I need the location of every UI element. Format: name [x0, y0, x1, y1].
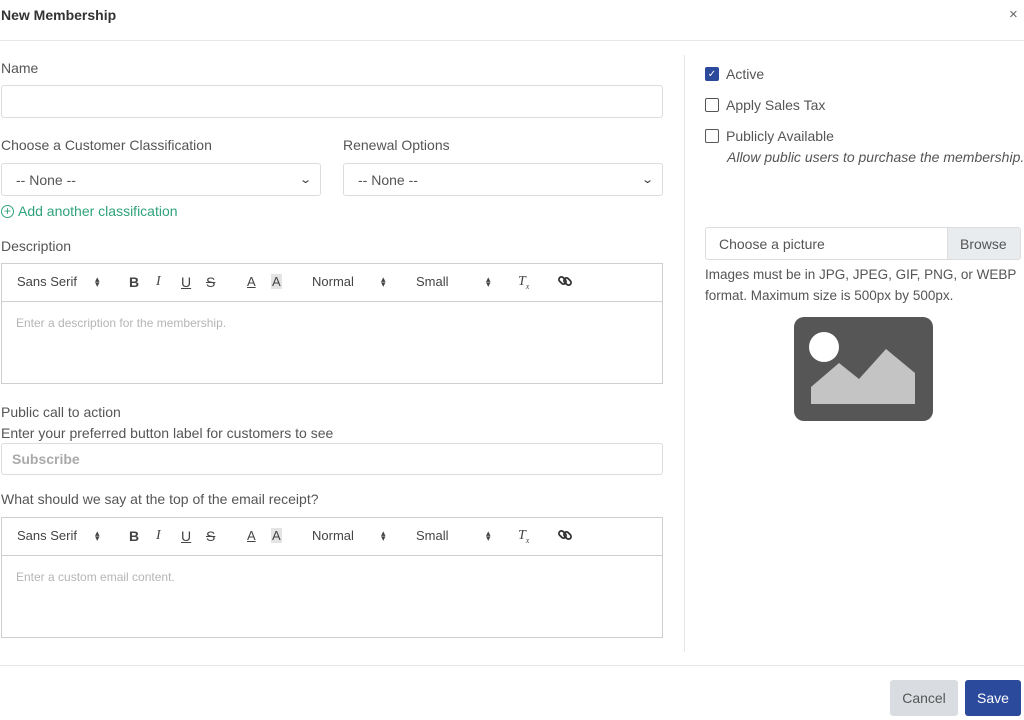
renewal-select[interactable]: -- None -- ⌄	[343, 163, 663, 196]
sales-tax-option[interactable]: Apply Sales Tax	[705, 97, 825, 113]
description-label: Description	[1, 238, 72, 254]
public-label: Publicly Available	[726, 128, 834, 144]
italic-button[interactable]: I	[156, 274, 161, 290]
cta-label: Public call to action	[1, 404, 121, 420]
column-divider	[684, 55, 685, 652]
font-select[interactable]: Sans Serif	[17, 274, 77, 289]
cta-input[interactable]: Subscribe	[1, 443, 663, 475]
font-select[interactable]: Sans Serif	[17, 528, 77, 543]
classification-select[interactable]: -- None -- ⌄	[1, 163, 321, 196]
size-select[interactable]: Small	[416, 528, 449, 543]
link-icon[interactable]	[557, 527, 573, 546]
italic-button[interactable]: I	[156, 528, 161, 544]
public-checkbox[interactable]	[705, 129, 719, 143]
cta-placeholder: Subscribe	[12, 451, 80, 467]
heading-select[interactable]: Normal	[312, 528, 354, 543]
heading-select[interactable]: Normal	[312, 274, 354, 289]
active-label: Active	[726, 66, 765, 82]
clear-format-icon[interactable]: Tx	[518, 528, 529, 545]
active-checkbox[interactable]: ✓	[705, 67, 719, 81]
underline-button[interactable]: U	[181, 274, 191, 290]
name-field[interactable]	[2, 86, 662, 117]
public-note: Allow public users to purchase the membe…	[727, 149, 1024, 165]
name-input[interactable]	[1, 85, 663, 118]
email-toolbar: Sans Serif ▴ ▾ B I U S A A Normal ▴ ▾ Smal…	[2, 518, 662, 556]
header-divider	[0, 40, 1024, 41]
heading-arrows-icon: ▴ ▾	[381, 528, 386, 543]
classification-value: -- None --	[16, 171, 76, 188]
picture-placeholder[interactable]: Choose a picture	[706, 228, 947, 259]
chevron-down-icon: ⌄	[298, 174, 312, 186]
font-arrows-icon: ▴ ▾	[95, 528, 100, 543]
image-placeholder-icon	[794, 317, 933, 421]
name-label: Name	[1, 60, 39, 76]
strike-button[interactable]: S	[206, 274, 215, 290]
size-arrows-icon: ▴ ▾	[486, 528, 491, 543]
bold-button[interactable]: B	[129, 528, 139, 544]
background-color-button[interactable]: A	[271, 528, 282, 543]
underline-button[interactable]: U	[181, 528, 191, 544]
chevron-down-icon: ⌄	[640, 174, 654, 186]
size-arrows-icon: ▴ ▾	[486, 274, 491, 289]
heading-arrows-icon: ▴ ▾	[381, 274, 386, 289]
description-toolbar: Sans Serif ▴ ▾ B I U S A A Normal ▴ ▾ Smal…	[2, 264, 662, 302]
save-button[interactable]: Save	[965, 680, 1021, 716]
cancel-button[interactable]: Cancel	[890, 680, 958, 716]
text-color-button[interactable]: A	[247, 528, 256, 543]
active-option[interactable]: ✓ Active	[705, 66, 764, 82]
renewal-label: Renewal Options	[343, 137, 450, 153]
dialog-title: New Membership	[1, 7, 117, 23]
cta-sublabel: Enter your preferred button label for cu…	[1, 425, 334, 441]
bold-button[interactable]: B	[129, 274, 139, 290]
description-body[interactable]: Enter a description for the membership.	[2, 302, 662, 330]
sales-tax-checkbox[interactable]	[705, 98, 719, 112]
email-editor[interactable]: Sans Serif ▴ ▾ B I U S A A Normal ▴ ▾ Smal…	[1, 517, 663, 638]
picture-help: Images must be in JPG, JPEG, GIF, PNG, o…	[705, 267, 1017, 303]
browse-button[interactable]: Browse	[947, 228, 1020, 259]
text-color-button[interactable]: A	[247, 274, 256, 289]
sales-tax-label: Apply Sales Tax	[726, 97, 826, 113]
background-color-button[interactable]: A	[271, 274, 282, 289]
public-option[interactable]: Publicly Available	[705, 128, 834, 144]
plus-circle-icon: +	[1, 204, 14, 218]
strike-button[interactable]: S	[206, 528, 215, 544]
footer-divider	[0, 665, 1024, 666]
picture-upload[interactable]: Choose a picture Browse	[705, 227, 1021, 260]
add-classification-link[interactable]: + Add another classification	[1, 203, 178, 219]
email-label: What should we say at the top of the ema…	[1, 491, 319, 507]
link-icon[interactable]	[557, 273, 573, 292]
email-body[interactable]: Enter a custom email content.	[2, 556, 662, 584]
clear-format-icon[interactable]: Tx	[518, 274, 529, 291]
classification-label: Choose a Customer Classification	[1, 137, 212, 153]
close-icon[interactable]: ×	[1009, 6, 1018, 23]
size-select[interactable]: Small	[416, 274, 449, 289]
add-classification-label: Add another classification	[18, 203, 178, 219]
font-arrows-icon: ▴ ▾	[95, 274, 100, 289]
description-editor[interactable]: Sans Serif ▴ ▾ B I U S A A Normal ▴ ▾ Smal…	[1, 263, 663, 384]
renewal-value: -- None --	[358, 171, 418, 188]
